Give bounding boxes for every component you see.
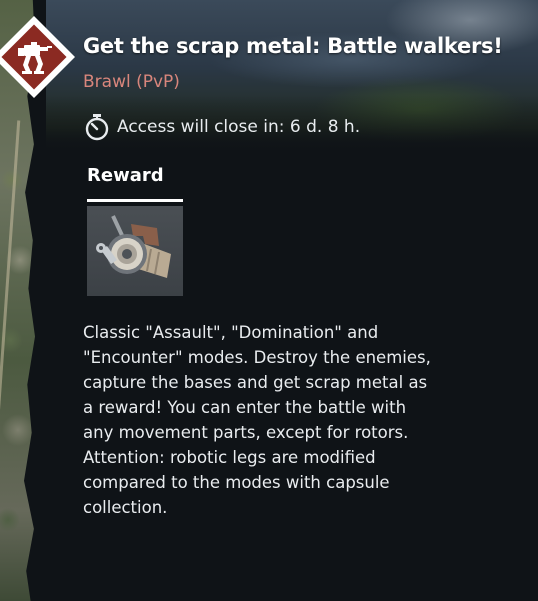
stopwatch-icon	[85, 114, 109, 141]
event-mode: Brawl (PvP)	[83, 72, 180, 92]
access-timer-text: Access will close in: 6 d. 8 h.	[117, 117, 361, 137]
description-line: a reward! You can enter the battle with	[83, 398, 407, 417]
reward-item[interactable]	[87, 206, 183, 296]
description-line: Attention: robotic legs are modified	[83, 448, 376, 467]
tab-reward[interactable]: Reward	[87, 165, 183, 202]
description-line: "Encounter" modes. Destroy the enemies,	[83, 348, 431, 367]
description-line: collection.	[83, 498, 168, 517]
description-line: any movement parts, except for rotors.	[83, 423, 409, 442]
walker-mech-icon	[18, 42, 52, 74]
event-description: Classic "Assault", "Domination" and "Enc…	[83, 320, 483, 520]
access-timer: Access will close in: 6 d. 8 h.	[84, 113, 360, 141]
description-line: compared to the modes with capsule	[83, 473, 390, 492]
tab-reward-underline	[87, 199, 183, 202]
description-line: Classic "Assault", "Domination" and	[83, 323, 379, 342]
tab-reward-label: Reward	[87, 165, 164, 186]
description-line: capture the bases and get scrap metal as	[83, 373, 428, 392]
event-title: Get the scrap metal: Battle walkers!	[83, 34, 503, 58]
scrap-metal-icon	[96, 215, 171, 278]
